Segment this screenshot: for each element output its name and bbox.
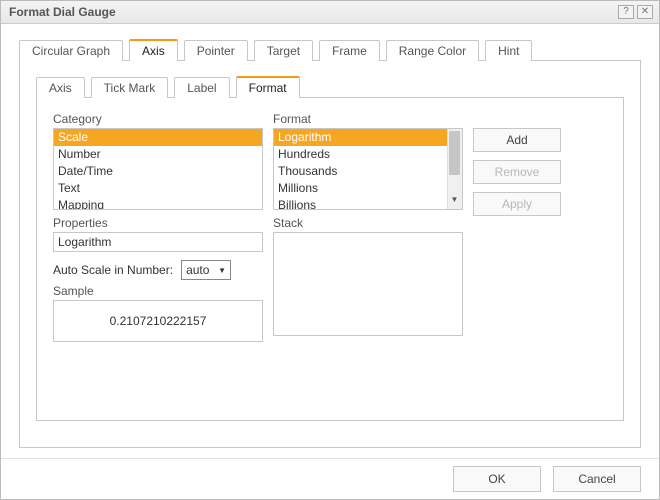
inner-tabbar: Axis Tick Mark Label Format: [36, 75, 624, 97]
scrollbar[interactable]: ▼: [447, 129, 462, 209]
sample-value: 0.2107210222157: [110, 314, 207, 328]
list-item[interactable]: Hundreds: [274, 146, 462, 163]
list-item[interactable]: Billions: [274, 197, 462, 210]
listbox-format[interactable]: Logarithm Hundreds Thousands Millions Bi…: [273, 128, 463, 210]
help-icon[interactable]: ?: [618, 5, 634, 19]
list-item[interactable]: Logarithm: [274, 129, 447, 146]
list-item[interactable]: Millions: [274, 180, 462, 197]
select-auto-scale-value: auto: [186, 263, 209, 277]
subtab-label[interactable]: Label: [174, 77, 229, 98]
label-format: Format: [273, 112, 473, 126]
list-item[interactable]: Scale: [54, 129, 262, 146]
remove-button-label: Remove: [495, 165, 540, 179]
scrollbar-thumb[interactable]: [449, 131, 460, 175]
dialog-format-dial-gauge: Format Dial Gauge ? ✕ Circular Graph Axi…: [0, 0, 660, 500]
chevron-down-icon[interactable]: ▼: [447, 195, 462, 209]
listbox-stack[interactable]: [273, 232, 463, 336]
tab-range-color[interactable]: Range Color: [386, 40, 479, 61]
apply-button[interactable]: Apply: [473, 192, 561, 216]
list-item[interactable]: Number: [54, 146, 262, 163]
add-button[interactable]: Add: [473, 128, 561, 152]
ok-button[interactable]: OK: [453, 466, 541, 492]
dialog-title: Format Dial Gauge: [9, 5, 615, 19]
tab-frame[interactable]: Frame: [319, 40, 380, 61]
tab-circular-graph[interactable]: Circular Graph: [19, 40, 123, 61]
inner-tabpanel: Category Scale Number Date/Time Text Map…: [36, 97, 624, 421]
label-auto-scale: Auto Scale in Number:: [53, 263, 173, 277]
subtab-tick-mark[interactable]: Tick Mark: [91, 77, 169, 98]
label-sample: Sample: [53, 284, 273, 298]
input-properties-value: Logarithm: [58, 235, 111, 249]
label-category: Category: [53, 112, 273, 126]
list-item[interactable]: Thousands: [274, 163, 462, 180]
ok-button-label: OK: [488, 472, 505, 486]
cancel-button[interactable]: Cancel: [553, 466, 641, 492]
select-auto-scale[interactable]: auto ▼: [181, 260, 231, 280]
sample-display: 0.2107210222157: [53, 300, 263, 342]
tab-pointer[interactable]: Pointer: [184, 40, 248, 61]
chevron-down-icon: ▼: [218, 266, 226, 275]
tab-hint[interactable]: Hint: [485, 40, 532, 61]
apply-button-label: Apply: [502, 197, 532, 211]
label-properties: Properties: [53, 216, 273, 230]
label-stack: Stack: [273, 216, 473, 230]
outer-tabpanel: Axis Tick Mark Label Format Category Sca…: [19, 60, 641, 448]
title-bar: Format Dial Gauge ? ✕: [1, 1, 659, 24]
cancel-button-label: Cancel: [578, 472, 615, 486]
dialog-footer: OK Cancel: [1, 458, 659, 499]
close-icon[interactable]: ✕: [637, 5, 653, 19]
subtab-format[interactable]: Format: [236, 76, 300, 98]
list-item[interactable]: Text: [54, 180, 262, 197]
row-auto-scale: Auto Scale in Number: auto ▼: [53, 260, 273, 280]
tab-target[interactable]: Target: [254, 40, 313, 61]
subtab-axis[interactable]: Axis: [36, 77, 85, 98]
input-properties[interactable]: Logarithm: [53, 232, 263, 252]
list-item[interactable]: Date/Time: [54, 163, 262, 180]
add-button-label: Add: [506, 133, 527, 147]
dialog-body: Circular Graph Axis Pointer Target Frame…: [1, 24, 659, 458]
tab-axis[interactable]: Axis: [129, 39, 178, 61]
listbox-category[interactable]: Scale Number Date/Time Text Mapping: [53, 128, 263, 210]
outer-tabbar: Circular Graph Axis Pointer Target Frame…: [19, 38, 641, 60]
list-item[interactable]: Mapping: [54, 197, 262, 210]
remove-button[interactable]: Remove: [473, 160, 561, 184]
